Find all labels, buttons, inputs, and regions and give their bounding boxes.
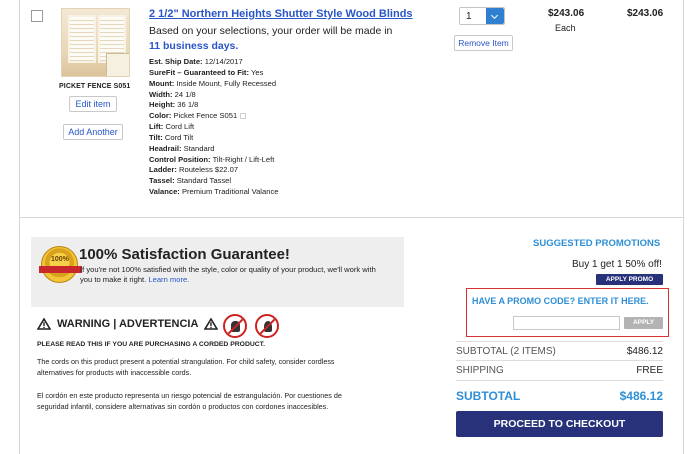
product-title-link[interactable]: 2 1/2" Northern Heights Shutter Style Wo… — [149, 8, 413, 20]
shipping-label: SHIPPING — [456, 365, 504, 376]
suggested-promotions-title: SUGGESTED PROMOTIONS — [533, 238, 661, 249]
spec-row: Est. Ship Date: 12/14/2017 — [149, 57, 243, 66]
promo-code-input[interactable] — [513, 316, 620, 330]
spec-row: Valance: Premium Traditional Valance — [149, 187, 279, 197]
warning-subheading: PLEASE READ THIS IF YOU ARE PURCHASING A… — [37, 341, 265, 348]
promo-apply-button[interactable]: APPLY — [624, 317, 663, 329]
subtotal-value: $486.12 — [626, 346, 663, 357]
spec-row: Color: Picket Fence S051 — [149, 111, 278, 122]
summary-separator — [456, 360, 663, 361]
spec-row: Height: 36 1/8 — [149, 100, 199, 110]
line-total: $243.06 — [627, 8, 664, 19]
no-cord-loop-icon — [255, 314, 279, 338]
product-thumbnail — [61, 8, 130, 77]
quantity-select[interactable]: 1 — [459, 7, 505, 25]
unit-price: $243.06 — [548, 8, 585, 19]
warning-triangle-icon — [204, 318, 219, 330]
product-specs: Est. Ship Date: 12/14/2017 SureFit – Gua… — [149, 57, 278, 198]
apply-promo-button[interactable]: APPLY PROMO — [596, 274, 663, 285]
add-another-button[interactable]: Add Another — [63, 124, 123, 140]
promotion-offer: Buy 1 get 1 50% off! — [572, 259, 662, 270]
color-swatch — [106, 53, 129, 76]
chevron-down-icon[interactable] — [486, 8, 504, 24]
spec-row: Control Position: Tilt-Right / Lift-Left — [149, 154, 275, 164]
production-time-note: Based on your selections, your order wil… — [149, 24, 399, 54]
badge-text: 100% — [51, 256, 69, 263]
section-divider — [19, 217, 683, 218]
production-days: 11 business days. — [149, 40, 239, 52]
cart-left-border — [19, 0, 20, 454]
spec-row: Width: 24 1/8 — [149, 89, 196, 99]
spec-row: Lift: Cord Lift — [149, 122, 195, 132]
summary-separator — [456, 341, 663, 342]
guarantee-title: 100% Satisfaction Guarantee! — [79, 246, 290, 263]
quantity-value: 1 — [466, 11, 472, 22]
guarantee-badge-icon: 100% — [39, 246, 82, 283]
warning-title: WARNING | ADVERTENCIA — [57, 318, 199, 330]
warning-triangle-icon — [37, 318, 51, 330]
warning-text-spanish: El cordón en este producto representa un… — [37, 391, 342, 411]
shipping-value: FREE — [636, 365, 663, 376]
warning-heading: WARNING | ADVERTENCIA — [37, 318, 224, 330]
promo-code-title: HAVE A PROMO CODE? ENTER IT HERE. — [472, 296, 649, 306]
remove-item-button[interactable]: Remove Item — [454, 35, 513, 51]
production-note-text: Based on your selections, your order wil… — [149, 25, 393, 37]
spec-row: SureFit – Guaranteed to Fit: Yes — [149, 67, 264, 77]
total-label: SUBTOTAL — [456, 389, 521, 403]
guarantee-text: If you're not 100% satisfied with the st… — [80, 265, 380, 285]
warning-text-english: The cords on this product present a pote… — [37, 357, 335, 377]
item-select-checkbox[interactable] — [31, 10, 43, 22]
no-child-cord-icon — [223, 314, 247, 338]
cart-right-border — [683, 0, 684, 454]
spec-row: Headrail: Standard — [149, 143, 215, 153]
subtotal-label: SUBTOTAL (2 ITEMS) — [456, 346, 556, 357]
spec-row: Tilt: Cord Tilt — [149, 132, 194, 142]
guarantee-body: If you're not 100% satisfied with the st… — [80, 265, 376, 284]
summary-separator — [456, 380, 663, 381]
spec-row: Tassel: Standard Tassel — [149, 176, 232, 186]
spec-row: Ladder: Routeless $22.07 — [149, 165, 239, 175]
satisfaction-guarantee-box: 100% 100% Satisfaction Guarantee! If you… — [31, 237, 404, 307]
swatch-label: PICKET FENCE S051 — [59, 83, 131, 90]
edit-item-button[interactable]: Edit item — [69, 96, 117, 112]
proceed-to-checkout-button[interactable]: PROCEED TO CHECKOUT — [456, 411, 663, 437]
color-chip-icon — [240, 113, 247, 120]
unit-label: Each — [555, 23, 576, 33]
spec-row: Mount: Inside Mount, Fully Recessed — [149, 78, 277, 88]
learn-more-link[interactable]: Learn more. — [148, 275, 189, 284]
total-value: $486.12 — [619, 389, 663, 403]
